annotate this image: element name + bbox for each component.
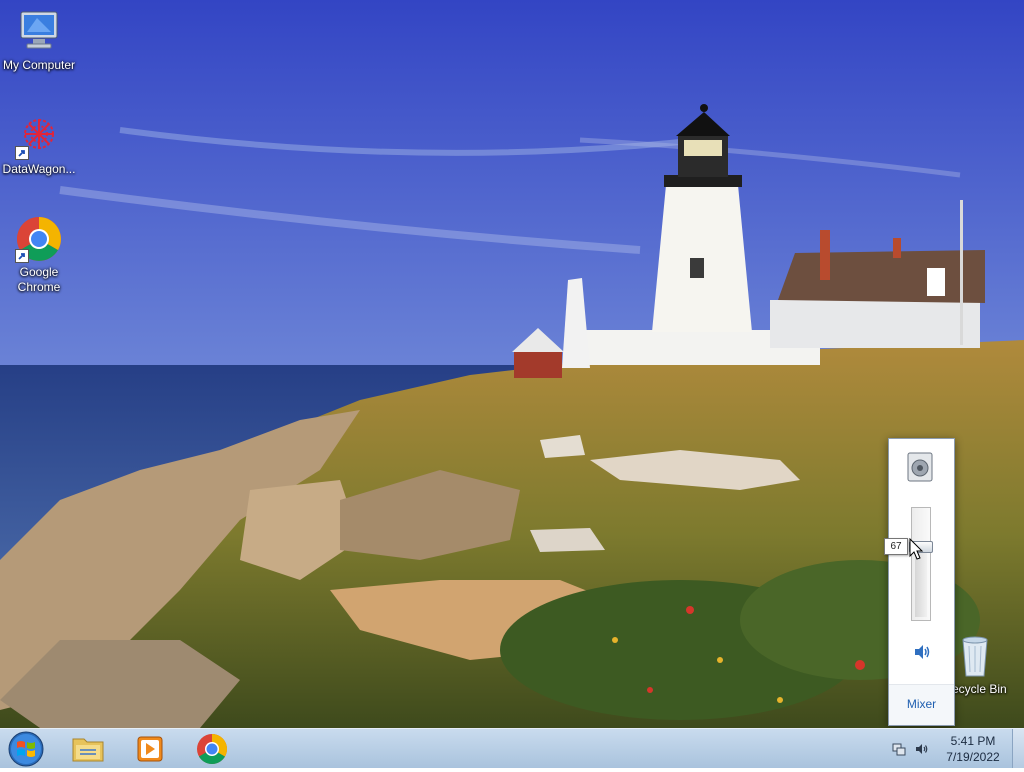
volume-popup: 67 Mixer (884, 438, 955, 726)
desktop-icon-my-computer[interactable]: My Computer (0, 8, 78, 73)
show-desktop-button[interactable] (1012, 729, 1024, 768)
mute-button[interactable] (911, 641, 933, 663)
mixer-footer: Mixer (889, 684, 954, 725)
network-icon[interactable] (891, 741, 907, 757)
clock[interactable]: 5:41 PM 7/19/2022 (936, 733, 1010, 765)
start-button[interactable] (2, 731, 50, 767)
desktop-icon-label: Google Chrome (17, 265, 61, 294)
speaker-device-icon[interactable] (905, 451, 935, 483)
media-player-icon (137, 736, 163, 762)
chrome-icon (197, 734, 228, 765)
shortcut-arrow-icon (15, 146, 29, 160)
folder-icon (72, 738, 104, 762)
speaker-icon (915, 645, 930, 659)
desktop: My Computer DataWagon... Google Chrome R… (0, 0, 1024, 728)
windows-logo-icon (8, 731, 44, 767)
datawagon-icon (15, 112, 63, 160)
volume-value-tooltip: 67 (884, 538, 908, 555)
file-explorer-button[interactable] (62, 731, 114, 767)
taskbar: 5:41 PM 7/19/2022 (0, 728, 1024, 768)
volume-icon[interactable] (914, 741, 930, 757)
mixer-link[interactable]: Mixer (889, 685, 954, 723)
desktop-icon-label: My Computer (2, 58, 76, 72)
chrome-icon (15, 215, 63, 263)
volume-slider-fill (915, 545, 927, 617)
clock-date: 7/19/2022 (946, 750, 1000, 764)
wallpaper (0, 0, 1024, 728)
media-player-button[interactable] (124, 731, 176, 767)
clock-time: 5:41 PM (950, 734, 996, 748)
desktop-icon-datawagon[interactable]: DataWagon... (0, 112, 78, 177)
desktop-icon-google-chrome[interactable]: Google Chrome (0, 215, 78, 295)
shortcut-arrow-icon (15, 249, 29, 263)
recycle-bin-icon (951, 632, 999, 680)
volume-slider-thumb[interactable]: 67 (884, 538, 933, 555)
desktop-icon-label: DataWagon... (2, 162, 76, 176)
chrome-taskbar-button[interactable] (186, 731, 238, 767)
computer-icon (15, 8, 63, 56)
volume-slider-track[interactable] (911, 507, 931, 621)
